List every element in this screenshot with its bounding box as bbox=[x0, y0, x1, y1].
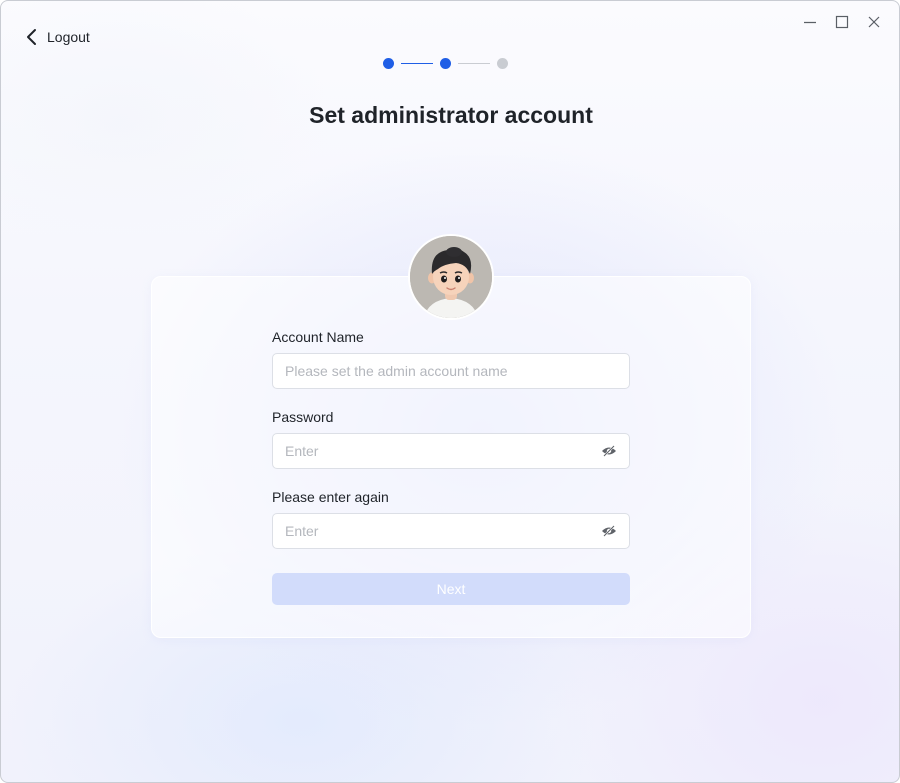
chevron-left-icon bbox=[25, 28, 39, 46]
next-button[interactable]: Next bbox=[272, 573, 630, 605]
account-name-placeholder: Please set the admin account name bbox=[285, 363, 508, 379]
close-icon bbox=[867, 15, 881, 34]
logout-label: Logout bbox=[47, 29, 90, 45]
step-2-dot bbox=[440, 58, 451, 69]
account-name-label: Account Name bbox=[272, 329, 364, 345]
close-button[interactable] bbox=[867, 15, 881, 33]
password-placeholder: Enter bbox=[285, 443, 319, 459]
page-title: Set administrator account bbox=[309, 102, 593, 128]
app-window: Logout Set administrator account Account… bbox=[0, 0, 900, 783]
eye-slash-icon[interactable] bbox=[601, 444, 617, 463]
maximize-button[interactable] bbox=[835, 15, 849, 33]
account-name-input[interactable]: Please set the admin account name bbox=[272, 353, 630, 389]
step-3-dot bbox=[497, 58, 508, 69]
avatar-image bbox=[410, 236, 492, 318]
password-input[interactable]: Enter bbox=[272, 433, 630, 469]
minimize-button[interactable] bbox=[803, 15, 817, 33]
confirm-password-label: Please enter again bbox=[272, 489, 389, 505]
password-label: Password bbox=[272, 409, 334, 425]
step-connector-1 bbox=[401, 63, 433, 64]
maximize-icon bbox=[835, 15, 849, 34]
progress-stepper bbox=[383, 58, 508, 69]
minimize-icon bbox=[803, 15, 817, 34]
step-connector-2 bbox=[458, 63, 490, 64]
eye-slash-icon[interactable] bbox=[601, 524, 617, 543]
window-controls bbox=[803, 15, 881, 33]
step-1-dot bbox=[383, 58, 394, 69]
confirm-password-placeholder: Enter bbox=[285, 523, 319, 539]
avatar[interactable] bbox=[408, 234, 494, 320]
confirm-password-input[interactable]: Enter bbox=[272, 513, 630, 549]
logout-button[interactable]: Logout bbox=[25, 28, 90, 46]
